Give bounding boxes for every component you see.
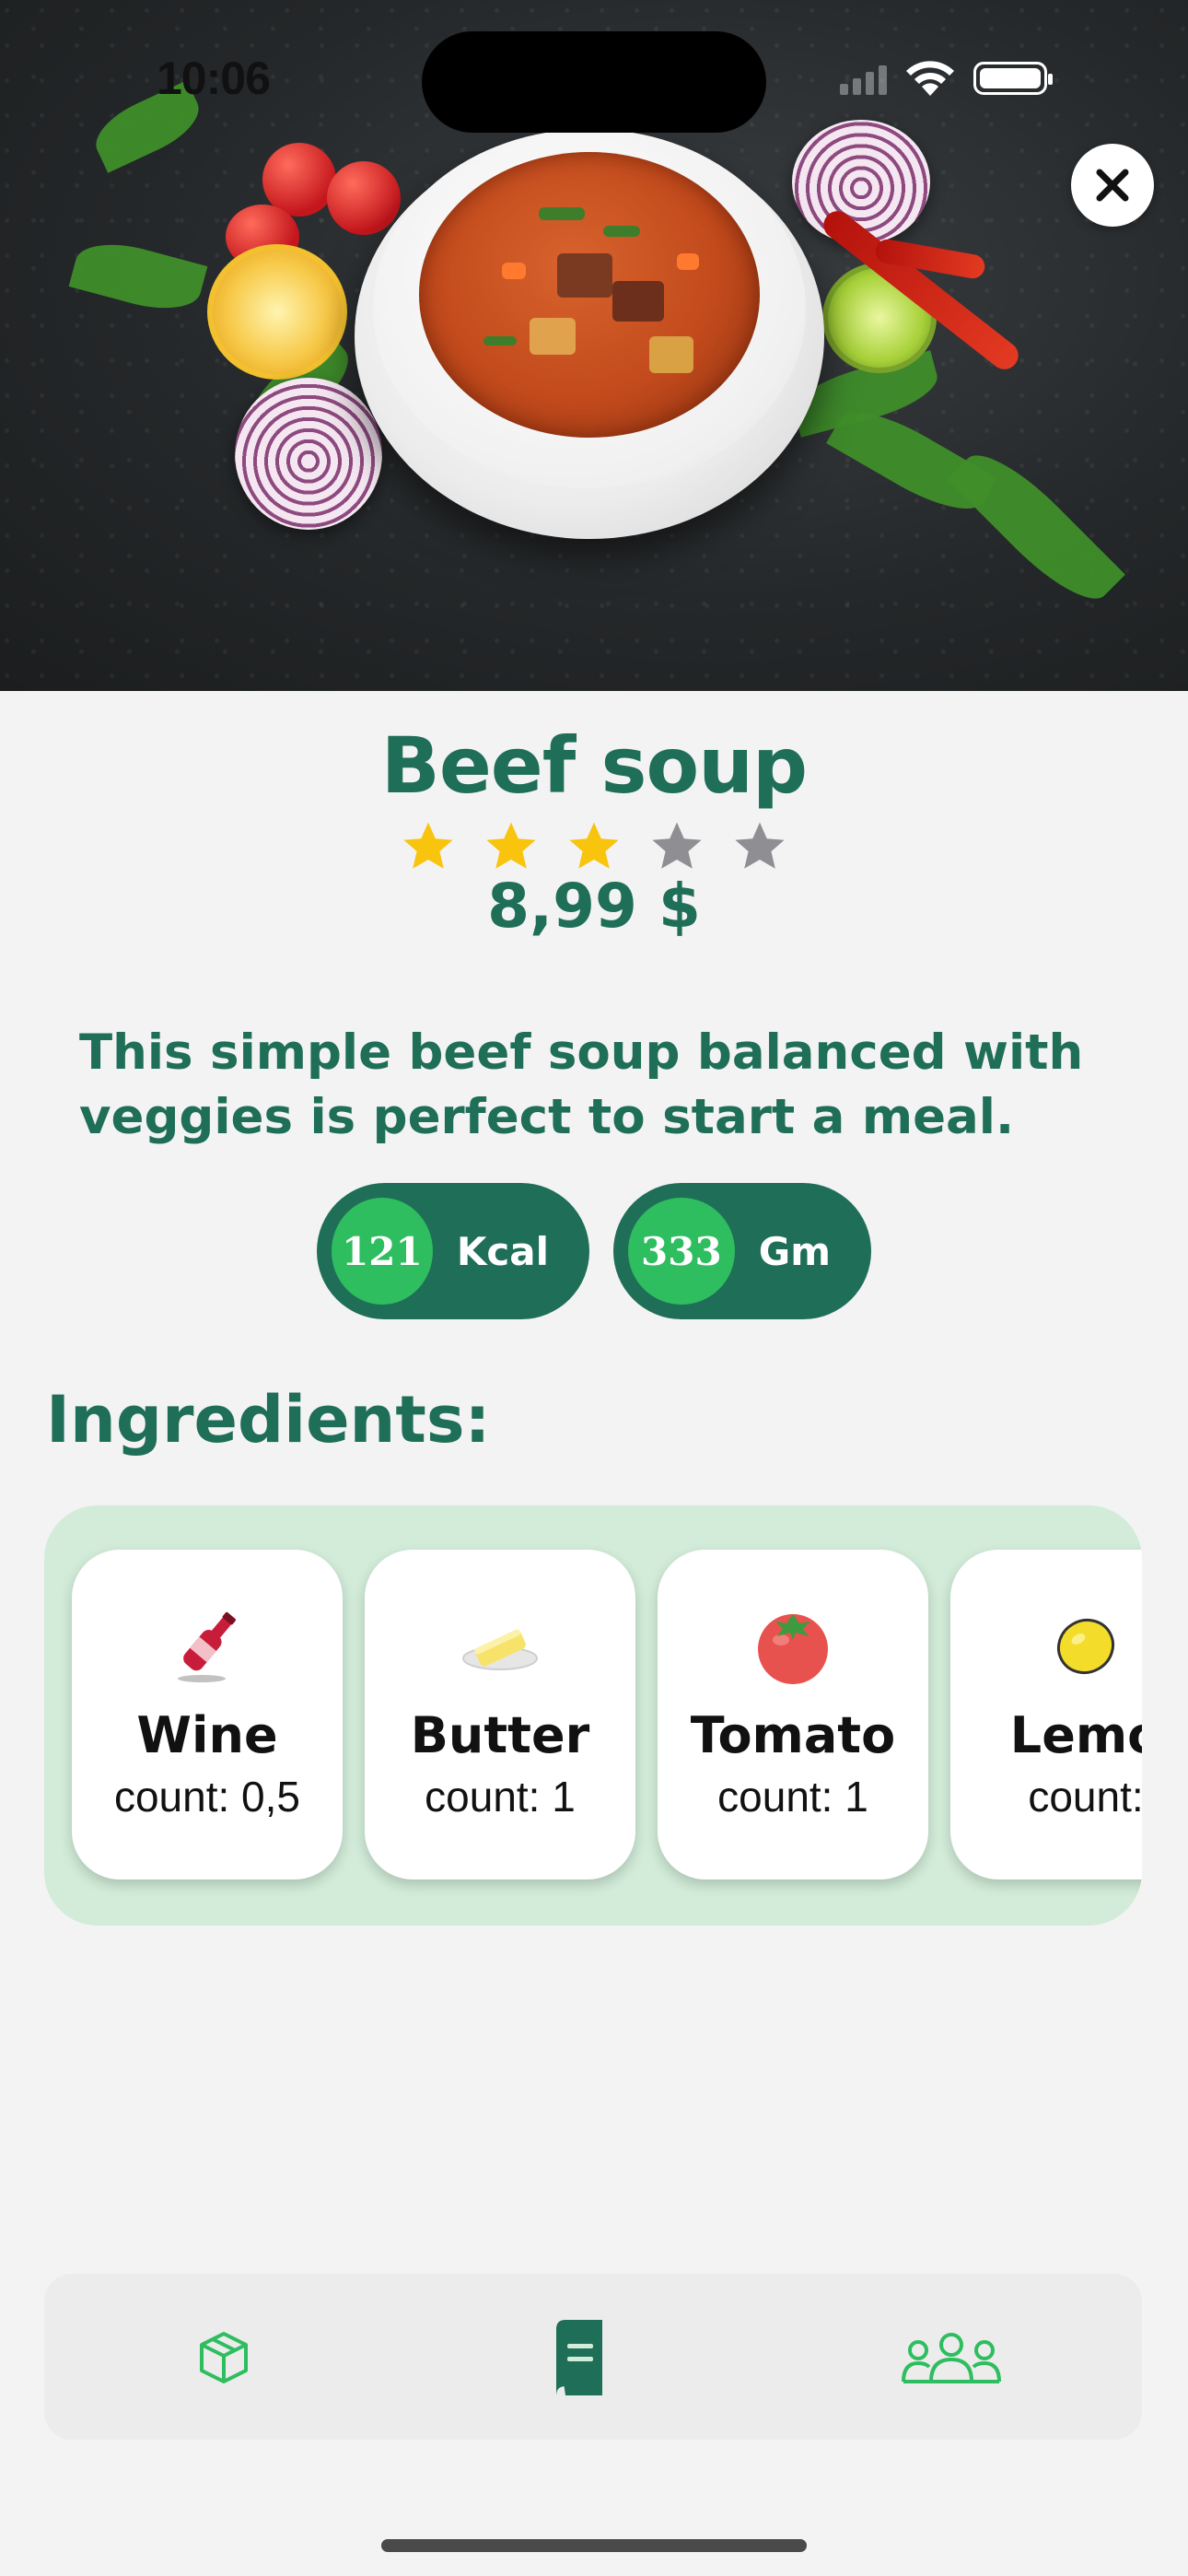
box-icon <box>200 2332 248 2383</box>
wifi-icon <box>906 61 954 96</box>
close-icon <box>1096 169 1129 202</box>
ingredient-card[interactable]: Lemo count: <box>950 1550 1142 1879</box>
ingredient-count: count: <box>1028 1773 1142 1821</box>
ingredient-name: Lemo <box>1009 1706 1142 1764</box>
soup <box>419 152 760 438</box>
star-icon <box>652 822 702 869</box>
tab-bar <box>44 2274 1142 2440</box>
ingredient-count: count: 1 <box>425 1773 576 1821</box>
dish-price: 8,99 $ <box>487 871 701 942</box>
dish-title: Beef soup <box>380 720 808 811</box>
weight-unit: Gm <box>758 1228 831 1274</box>
cellular-signal-icon <box>840 62 887 95</box>
ingredient-card[interactable]: Butter count: 1 <box>365 1550 635 1879</box>
ingredient-count: count: 1 <box>717 1773 868 1821</box>
tab-recipes[interactable] <box>538 2316 621 2399</box>
ingredient-count: count: 0,5 <box>113 1773 301 1821</box>
close-button[interactable] <box>1071 144 1154 227</box>
rating-stars <box>0 818 1188 875</box>
star-icon <box>403 822 453 869</box>
users-icon <box>902 2333 1001 2383</box>
ingredients-heading: Ingredients: <box>46 1382 491 1458</box>
status-time: 10:06 <box>157 53 271 104</box>
ingredients-track: Wine count: 0,5 Butter count: 1 Tomato c… <box>72 1550 1142 1879</box>
calories-pill: 121 Kcal <box>317 1183 589 1319</box>
ingredient-card[interactable]: Tomato count: 1 <box>658 1550 928 1879</box>
dish-description: This simple beef soup balanced with vegg… <box>79 1025 1084 1145</box>
home-indicator <box>381 2539 807 2552</box>
lemon-icon <box>1056 1618 1115 1675</box>
red-onion <box>235 378 382 530</box>
tab-products[interactable] <box>182 2316 265 2399</box>
weight-pill: 333 Gm <box>613 1183 871 1319</box>
status-icons <box>840 55 1053 101</box>
dynamic-island <box>422 31 766 133</box>
battery-icon <box>973 62 1053 95</box>
tab-community[interactable] <box>891 2316 1011 2399</box>
calories-unit: Kcal <box>456 1228 549 1274</box>
ingredient-name: Wine <box>136 1706 278 1764</box>
star-icon <box>735 822 785 869</box>
dish-hero-image: 10:06 <box>0 0 1188 691</box>
calories-value: 121 <box>332 1198 433 1305</box>
ingredient-card[interactable]: Wine count: 0,5 <box>72 1550 343 1879</box>
star-icon <box>569 822 619 869</box>
wine-bottle-icon <box>178 1611 236 1682</box>
tomato-icon <box>758 1614 828 1684</box>
ingredient-name: Butter <box>410 1706 590 1764</box>
star-icon <box>486 822 536 869</box>
nutrition-info: 121 Kcal 333 Gm <box>0 1183 1188 1319</box>
ingredients-carousel[interactable]: Wine count: 0,5 Butter count: 1 Tomato c… <box>44 1505 1142 1926</box>
tomato <box>327 161 401 235</box>
lemon-slice <box>207 244 347 380</box>
butter-icon <box>462 1629 538 1670</box>
weight-value: 333 <box>628 1198 735 1305</box>
book-icon <box>556 2320 602 2395</box>
ingredient-name: Tomato <box>690 1706 896 1764</box>
